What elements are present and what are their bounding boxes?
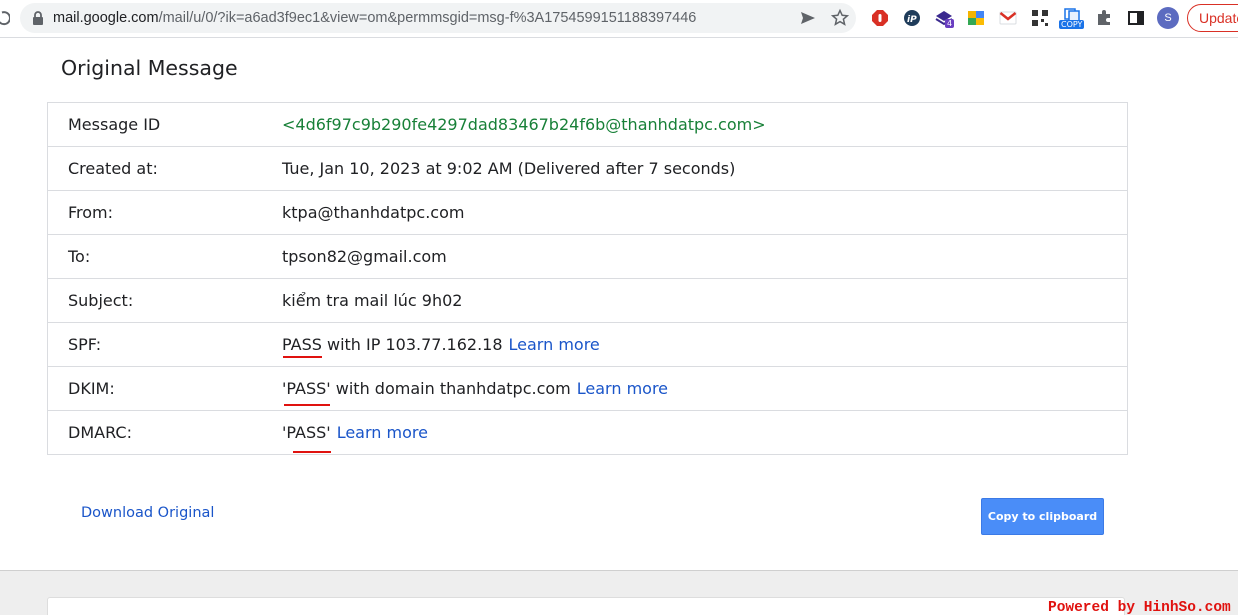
- row-label: Created at:: [68, 159, 158, 178]
- table-row-message-id: Message ID <4d6f97c9b290fe4297dad83467b2…: [48, 103, 1127, 147]
- qr-extension-icon[interactable]: [1030, 8, 1050, 28]
- address-bar[interactable]: mail.google.com/mail/u/0/?ik=a6ad3f9ec1&…: [20, 3, 856, 33]
- color-extension-icon[interactable]: [966, 8, 986, 28]
- browser-toolbar: mail.google.com/mail/u/0/?ik=a6ad3f9ec1&…: [0, 0, 1238, 38]
- subject-value: kiểm tra mail lúc 9h02: [282, 291, 463, 310]
- stack-extension-icon[interactable]: 4: [934, 8, 955, 28]
- from-value: ktpa@thanhdatpc.com: [282, 203, 465, 222]
- row-label: Subject:: [68, 291, 134, 310]
- dmarc-pass-annotation-underline: [293, 451, 331, 453]
- dmarc-status: 'PASS': [282, 423, 331, 442]
- row-label: DMARC:: [68, 423, 132, 442]
- message-meta-table: Message ID <4d6f97c9b290fe4297dad83467b2…: [47, 102, 1128, 455]
- dmarc-learn-more-link[interactable]: Learn more: [337, 423, 428, 442]
- table-row-dmarc: DMARC: 'PASS' Learn more: [48, 411, 1127, 455]
- url-host: mail.google.com: [53, 10, 159, 26]
- reload-icon[interactable]: [0, 10, 10, 26]
- send-tab-icon[interactable]: [798, 8, 818, 28]
- spf-status: PASS: [282, 335, 322, 354]
- footer-card: [47, 597, 1125, 615]
- page-title: Original Message: [61, 56, 238, 80]
- spf-pass-annotation-underline: [283, 356, 322, 358]
- row-label: To:: [68, 247, 91, 266]
- dkim-detail: with domain thanhdatpc.com: [330, 379, 571, 398]
- row-label: Message ID: [68, 115, 161, 134]
- profile-avatar[interactable]: S: [1157, 7, 1179, 29]
- adblock-extension-icon[interactable]: [870, 8, 890, 28]
- update-button[interactable]: Update: [1187, 4, 1238, 32]
- row-label: SPF:: [68, 335, 102, 354]
- bookmark-star-icon[interactable]: [830, 8, 850, 28]
- ip-extension-icon[interactable]: iP: [902, 8, 922, 28]
- table-row-to: To: tpson82@gmail.com: [48, 235, 1127, 279]
- svg-text:iP: iP: [907, 15, 917, 25]
- extensions-puzzle-icon[interactable]: [1094, 8, 1114, 28]
- table-row-spf: SPF: PASS with IP 103.77.162.18 Learn mor…: [48, 323, 1127, 367]
- spf-learn-more-link[interactable]: Learn more: [509, 335, 600, 354]
- spf-detail: with IP 103.77.162.18: [321, 335, 503, 354]
- table-row-created-at: Created at: Tue, Jan 10, 2023 at 9:02 AM…: [48, 147, 1127, 191]
- to-value: tpson82@gmail.com: [282, 247, 447, 266]
- url-path: /mail/u/0/?ik=a6ad3f9ec1&view=om&permmsg…: [158, 10, 697, 26]
- copy-extension-icon[interactable]: COPY: [1059, 8, 1085, 29]
- table-row-dkim: DKIM: 'PASS' with domain thanhdatpc.com L…: [48, 367, 1127, 411]
- side-panel-icon[interactable]: [1126, 8, 1146, 28]
- url-text[interactable]: mail.google.com/mail/u/0/?ik=a6ad3f9ec1&…: [53, 3, 696, 33]
- spf-value: PASS with IP 103.77.162.18 Learn more: [282, 323, 600, 367]
- table-row-from: From: ktpa@thanhdatpc.com: [48, 191, 1127, 235]
- watermark-text: Powered by HinhSo.com: [1048, 600, 1231, 615]
- download-original-link[interactable]: Download Original: [81, 505, 214, 521]
- dkim-pass-annotation-underline: [284, 404, 330, 406]
- dkim-learn-more-link[interactable]: Learn more: [577, 379, 668, 398]
- message-id-value: <4d6f97c9b290fe4297dad83467b24f6b@thanhd…: [282, 115, 766, 134]
- dkim-status: 'PASS': [282, 379, 331, 398]
- row-label: DKIM:: [68, 379, 115, 398]
- extension-badge-copy: COPY: [1059, 20, 1085, 29]
- extension-badge-count: 4: [945, 19, 955, 28]
- created-at-value: Tue, Jan 10, 2023 at 9:02 AM (Delivered …: [282, 159, 736, 178]
- copy-to-clipboard-button[interactable]: Copy to clipboard: [981, 498, 1104, 535]
- dkim-value: 'PASS' with domain thanhdatpc.com Learn m…: [282, 367, 668, 411]
- lock-icon[interactable]: [32, 11, 44, 25]
- dmarc-value: 'PASS' Learn more: [282, 411, 428, 455]
- gmail-extension-icon[interactable]: [998, 8, 1018, 28]
- row-label: From:: [68, 203, 114, 222]
- table-row-subject: Subject: kiểm tra mail lúc 9h02: [48, 279, 1127, 323]
